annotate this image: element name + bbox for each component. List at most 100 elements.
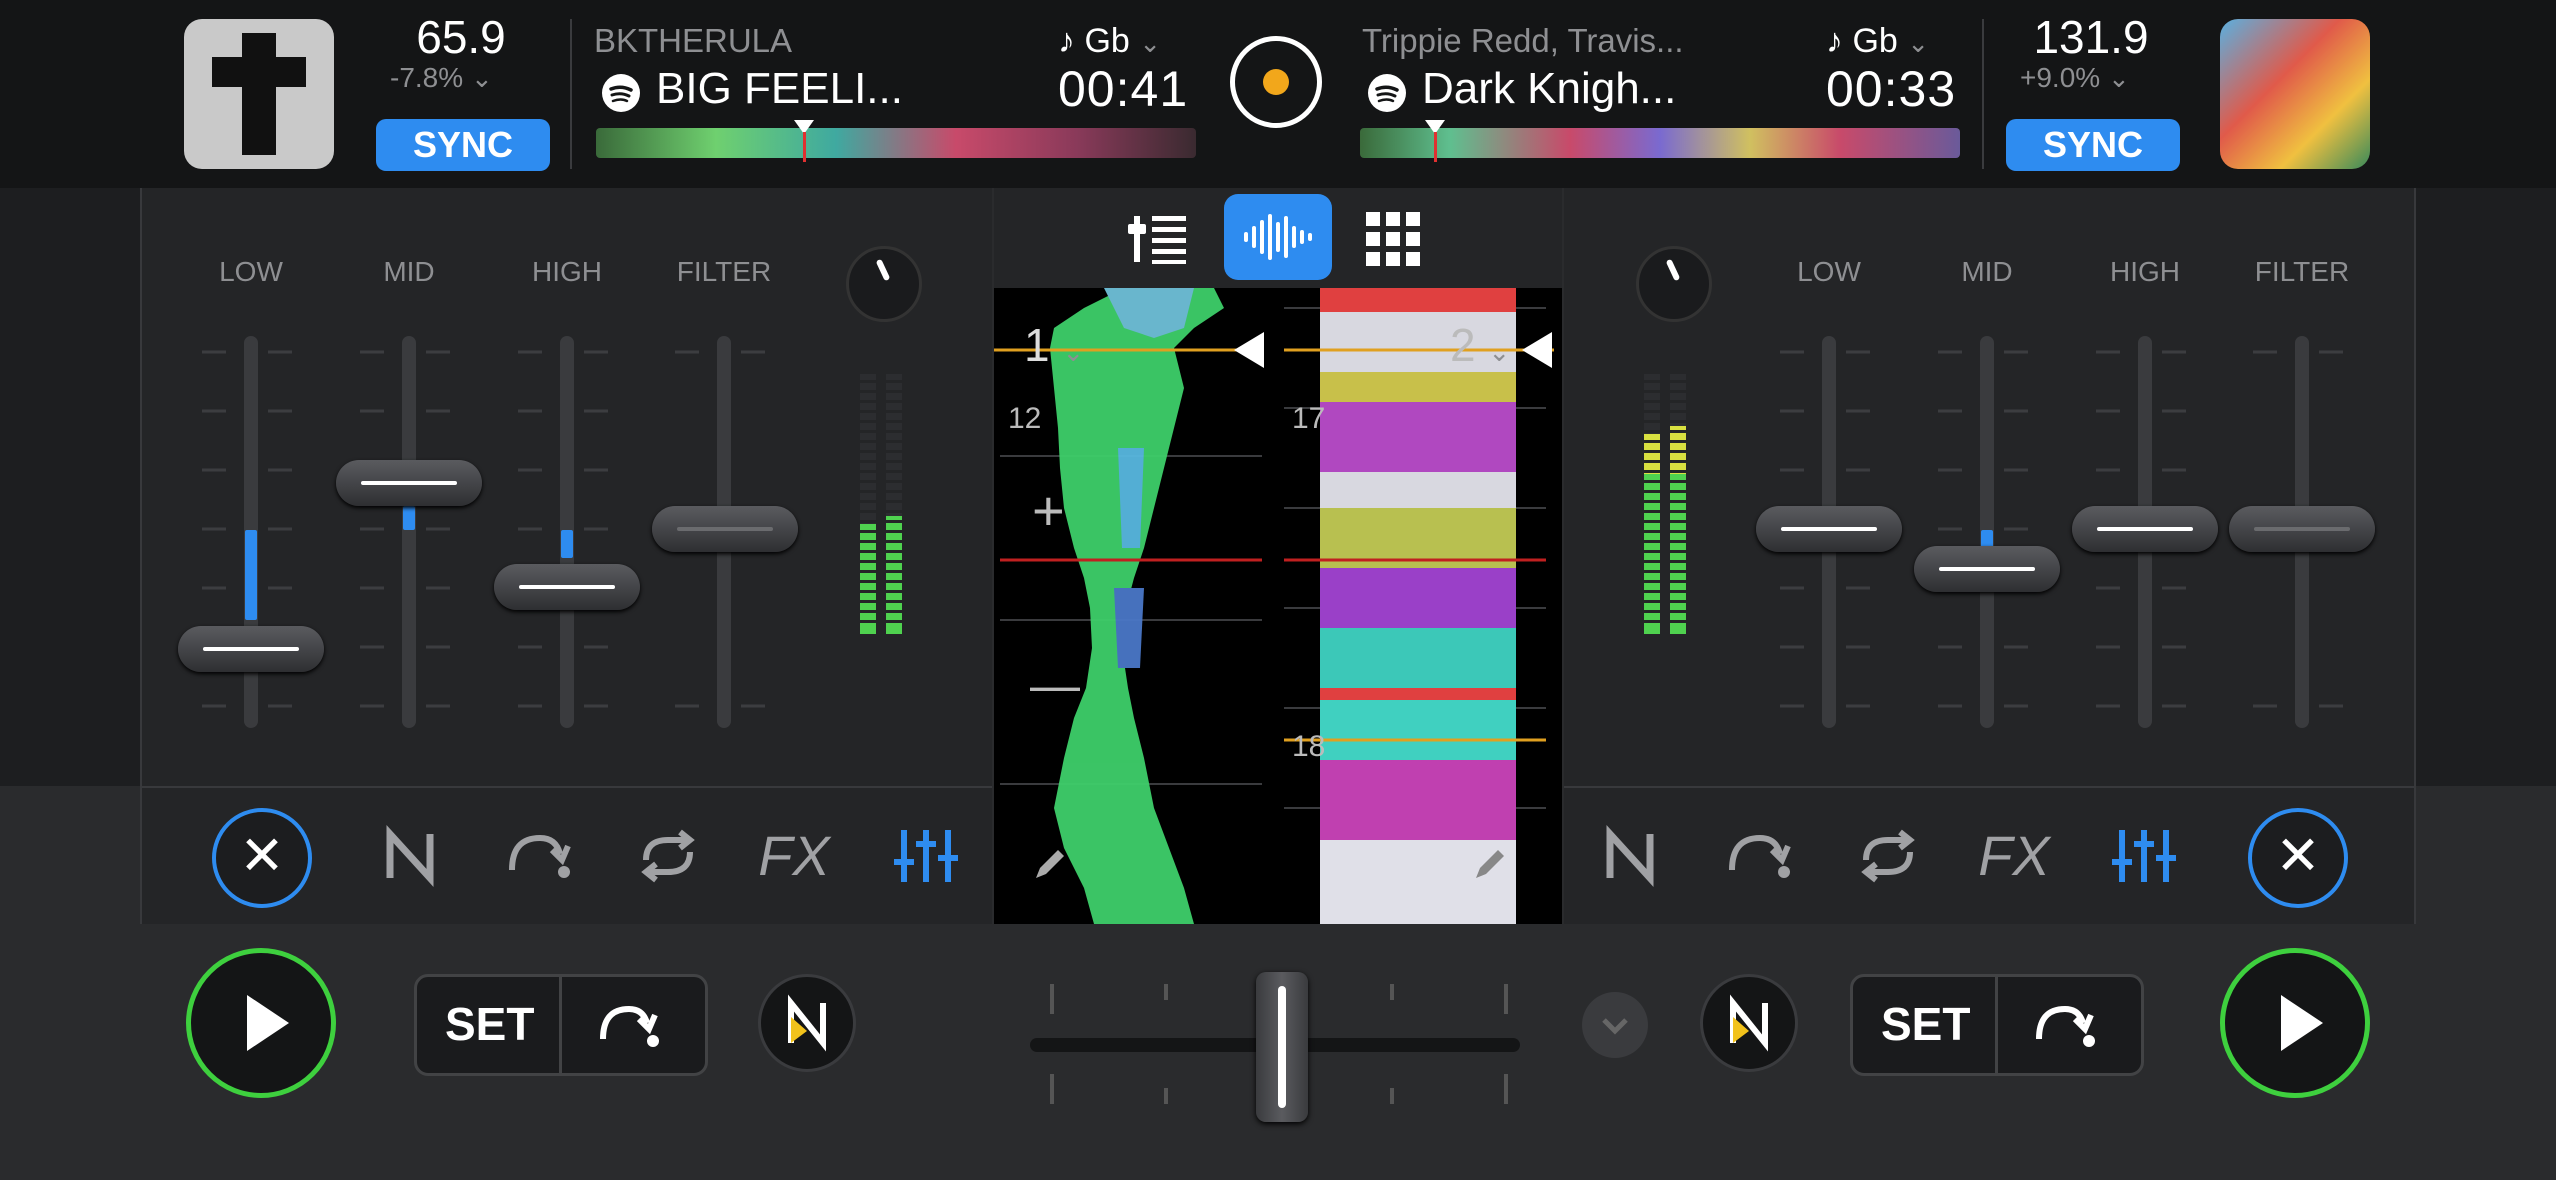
- deck-right-pitch[interactable]: +9.0% ⌄: [2020, 62, 2130, 94]
- eq-label-low: LOW: [1797, 256, 1861, 287]
- play-icon: [247, 995, 289, 1051]
- cue-jump-button[interactable]: [498, 816, 578, 896]
- neural-mix-icon: [1606, 824, 1654, 888]
- loop-icon: [641, 829, 695, 883]
- crossfader-handle-line: [1278, 986, 1286, 1108]
- close-icon: ✕: [239, 826, 285, 886]
- chevron-down-icon: ⌄: [1488, 337, 1511, 367]
- deck-left-bpm[interactable]: 65.9: [376, 10, 546, 64]
- zoom-in-button[interactable]: +: [1032, 478, 1065, 543]
- deck-right-cue-jump-button[interactable]: [2025, 989, 2105, 1061]
- chevron-down-icon: [1602, 1018, 1628, 1035]
- deck-left-waveform-overview[interactable]: [596, 128, 1196, 158]
- playhead-triangle-icon: [1522, 332, 1552, 368]
- fx-button[interactable]: FX: [754, 816, 834, 896]
- eq-low-fill: [245, 530, 257, 620]
- deck-right-neural-mix-button[interactable]: [1700, 974, 1798, 1072]
- disc-center-icon: [1263, 69, 1289, 95]
- filter-slider-handle[interactable]: [652, 506, 798, 552]
- eq-low-slider-handle[interactable]: [1756, 506, 1902, 552]
- deck-right-title[interactable]: Dark Knigh...: [1422, 64, 1676, 114]
- deck-left-set-cue-button[interactable]: SET: [445, 997, 534, 1051]
- deck2-selector[interactable]: 2 ⌄: [1450, 318, 1510, 372]
- eq-high-slider-handle[interactable]: [2072, 506, 2218, 552]
- deck-left-time: 00:41: [1058, 61, 1189, 117]
- deck-right-playhead-line: [1434, 132, 1437, 162]
- pads-view-button[interactable]: [1346, 194, 1440, 280]
- collapse-button[interactable]: [1582, 992, 1648, 1058]
- crossfader[interactable]: [1030, 964, 1530, 1124]
- divider: [2414, 188, 2416, 924]
- gain-knob[interactable]: [1636, 246, 1712, 322]
- deck-left-pitch[interactable]: -7.8% ⌄: [390, 62, 493, 94]
- transport-bar: SET SET: [0, 924, 2556, 1180]
- deck-left-play-button[interactable]: [186, 948, 336, 1098]
- record-disc-button[interactable]: [1230, 36, 1322, 128]
- deck-right-cue-controls: SET: [1850, 974, 2144, 1076]
- eq-label-mid: MID: [1961, 256, 2013, 287]
- close-panel-button[interactable]: ✕: [2248, 808, 2348, 908]
- eq-low-slider-handle[interactable]: [178, 626, 324, 672]
- eq-mid-slider-handle[interactable]: [336, 460, 482, 506]
- divider: [570, 19, 572, 169]
- left-margin: [0, 188, 142, 786]
- close-panel-button[interactable]: ✕: [212, 808, 312, 908]
- deck-right-sync-button[interactable]: SYNC: [2006, 119, 2180, 171]
- eq-label-high: HIGH: [532, 256, 602, 287]
- beat-number: 12: [1008, 402, 1042, 435]
- deck-left-cue-jump-button[interactable]: [589, 989, 669, 1061]
- playhead-triangle-icon: [1234, 332, 1264, 368]
- knob-indicator: [1665, 258, 1681, 282]
- beat-number: 18: [1292, 730, 1326, 763]
- waveform-view-button[interactable]: [1224, 194, 1332, 280]
- neural-mix-button[interactable]: [370, 816, 450, 896]
- loop-button[interactable]: [628, 816, 708, 896]
- deck-right-key[interactable]: ♪ Gb ⌄: [1826, 22, 1929, 61]
- deck-left-title[interactable]: BIG FEELI...: [656, 64, 903, 114]
- fx-button[interactable]: FX: [1974, 816, 2054, 896]
- eq-mixer-button[interactable]: [2104, 816, 2184, 896]
- deck-left-tool-row: ✕ FX: [142, 788, 992, 924]
- cue-jump-button[interactable]: [1718, 816, 1798, 896]
- eq-label-filter: FILTER: [676, 256, 772, 287]
- filter-slider-handle[interactable]: [2229, 506, 2375, 552]
- eq-mixer-button[interactable]: [886, 816, 966, 896]
- mixer-view-icon: [1128, 216, 1186, 264]
- deck-right-artwork[interactable]: [2220, 19, 2370, 169]
- deck1-number: 1: [1024, 319, 1050, 371]
- eq-high-fill: [561, 530, 573, 558]
- deck-left-neural-mix-button[interactable]: [758, 974, 856, 1072]
- eq-high-slider-handle[interactable]: [494, 564, 640, 610]
- deck-right-play-button[interactable]: [2220, 948, 2370, 1098]
- zoom-out-button[interactable]: —: [1030, 656, 1080, 714]
- pencil-icon[interactable]: [1470, 844, 1510, 884]
- deck-right-bpm[interactable]: 131.9: [2006, 10, 2176, 64]
- deck-right-waveform-overview[interactable]: [1360, 128, 1960, 158]
- neural-mix-button[interactable]: [1590, 816, 1670, 896]
- deck-left-artwork[interactable]: [184, 19, 334, 169]
- divider: [1982, 19, 1984, 169]
- deck-left-key[interactable]: ♪ Gb ⌄: [1058, 22, 1161, 61]
- deck-right-set-cue-button[interactable]: SET: [1881, 997, 1970, 1051]
- close-icon: ✕: [2275, 826, 2321, 886]
- deck2-number: 2: [1450, 319, 1476, 371]
- crossfader-handle[interactable]: [1256, 972, 1308, 1122]
- mixer-view-button[interactable]: [1116, 194, 1210, 280]
- loop-button[interactable]: [1848, 816, 1928, 896]
- deck1-selector[interactable]: 1 ⌄: [1024, 318, 1084, 372]
- deck-left-sync-button[interactable]: SYNC: [376, 119, 550, 171]
- divider: [1995, 977, 1998, 1073]
- spotify-icon: [1368, 74, 1406, 112]
- gain-knob[interactable]: [846, 246, 922, 322]
- chevron-down-icon: ⌄: [470, 63, 493, 93]
- neural-mix-icon: [1730, 994, 1768, 1052]
- deck-left-pitch-value: -7.8%: [390, 62, 464, 93]
- cue-arrow-icon: [1729, 834, 1791, 878]
- eq-label-high: HIGH: [2110, 256, 2180, 287]
- pencil-icon[interactable]: [1030, 844, 1070, 884]
- deck-left-playhead-line: [803, 132, 806, 162]
- deck-right-time: 00:33: [1826, 61, 1957, 117]
- eq-mid-slider-handle[interactable]: [1914, 546, 2060, 592]
- neural-mix-icon: [788, 994, 826, 1052]
- vertical-waveforms[interactable]: 1 ⌄ 2 ⌄ 12 17 18 + —: [994, 188, 1562, 924]
